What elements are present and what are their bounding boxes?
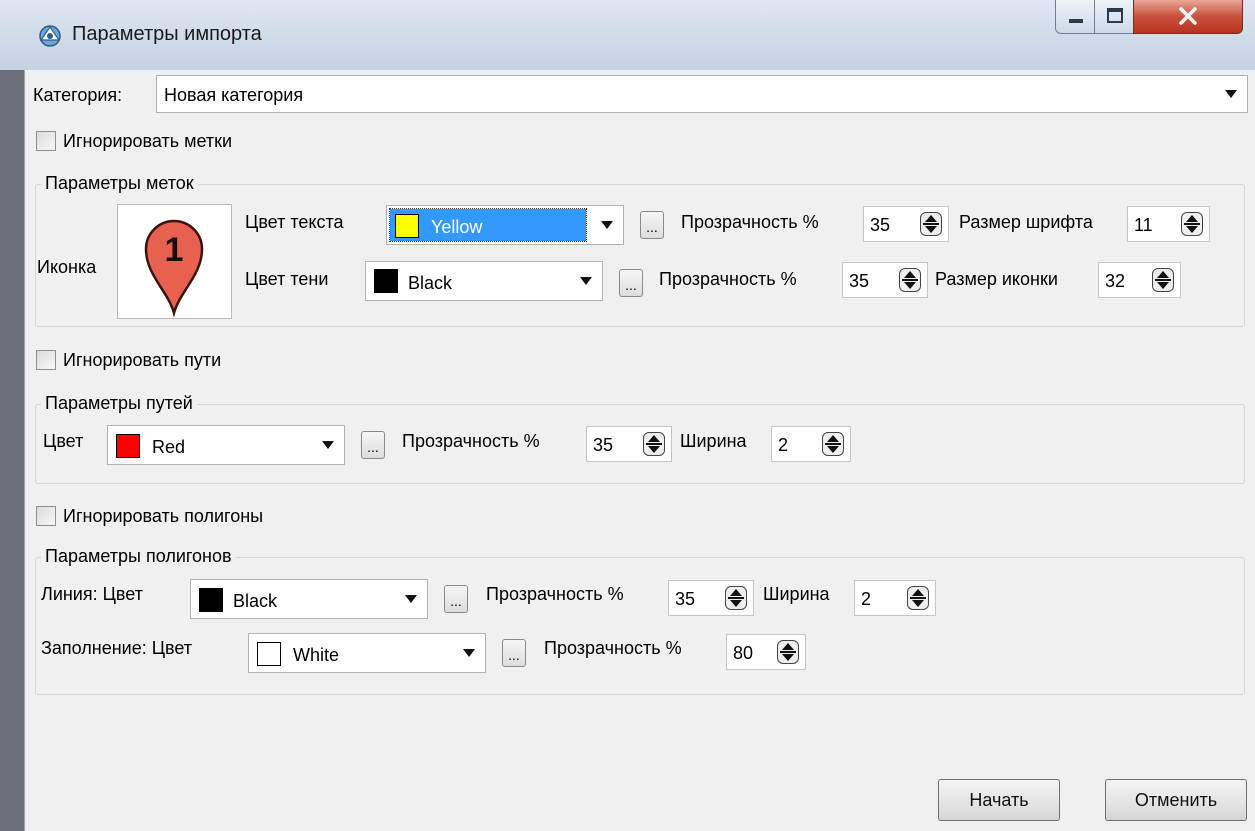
chevron-down-icon — [580, 277, 592, 285]
shadow-color-value: Black — [408, 273, 453, 293]
text-opacity-spinner[interactable]: 35 — [863, 206, 949, 242]
chevron-down-icon — [463, 649, 475, 657]
start-button[interactable]: Начать — [938, 779, 1060, 821]
line-opacity-value: 35 — [675, 589, 696, 609]
shadow-opacity-spinner[interactable]: 35 — [842, 262, 928, 298]
window-title: Параметры импорта — [72, 23, 262, 45]
chevron-down-icon — [1225, 90, 1237, 98]
text-opacity-label: Прозрачность % — [681, 212, 819, 232]
maximize-button[interactable] — [1094, 0, 1134, 34]
minimize-icon — [1069, 19, 1083, 23]
spinner-arrows-icon[interactable] — [643, 432, 665, 456]
pin-number: 1 — [165, 231, 184, 269]
path-width-label: Ширина — [680, 431, 747, 451]
path-width-spinner[interactable]: 2 — [771, 426, 851, 462]
spinner-arrows-icon[interactable] — [907, 586, 929, 610]
spinner-arrows-icon[interactable] — [822, 432, 844, 456]
line-color-label: Линия: Цвет — [41, 584, 143, 604]
line-color-more-button[interactable]: ... — [444, 585, 468, 613]
category-dropdown[interactable]: Новая категория — [156, 75, 1248, 113]
selection-highlight — [389, 208, 587, 242]
icon-size-label: Размер иконки — [935, 269, 1058, 289]
line-color-dropdown[interactable]: Black — [190, 579, 428, 619]
ignore-placemarks-label[interactable]: Игнорировать метки — [63, 131, 232, 152]
placemark-params-title: Параметры меток — [41, 173, 198, 194]
polygon-params-title: Параметры полигонов — [41, 546, 236, 567]
close-icon — [1179, 7, 1197, 25]
line-width-label: Ширина — [763, 584, 830, 604]
icon-size-spinner[interactable]: 32 — [1098, 262, 1181, 298]
path-opacity-value: 35 — [593, 435, 614, 455]
spinner-arrows-icon[interactable] — [1152, 268, 1174, 292]
fill-color-swatch — [257, 642, 281, 666]
ignore-paths-checkbox[interactable] — [36, 350, 56, 370]
spinner-arrows-icon[interactable] — [777, 640, 799, 664]
polygon-params-group — [35, 557, 1245, 695]
text-color-value: Yellow — [431, 217, 483, 237]
fill-color-label: Заполнение: Цвет — [41, 638, 193, 658]
shadow-opacity-value: 35 — [849, 271, 870, 291]
path-color-dropdown[interactable]: Red — [107, 425, 345, 465]
close-button[interactable] — [1133, 0, 1243, 34]
fill-opacity-value: 80 — [733, 643, 754, 663]
shadow-color-swatch — [374, 269, 398, 293]
ignore-polygons-label[interactable]: Игнорировать полигоны — [63, 506, 263, 527]
title-bar[interactable]: Параметры импорта — [0, 0, 1255, 70]
chevron-down-icon — [405, 595, 417, 603]
path-width-value: 2 — [778, 435, 789, 455]
spinner-arrows-icon[interactable] — [920, 212, 942, 236]
globe-tool-icon — [39, 25, 61, 47]
icon-label: Иконка — [37, 257, 97, 277]
font-size-label: Размер шрифта — [959, 212, 1093, 232]
import-options-window: Параметры импорта Категория: Новая катег… — [0, 0, 1255, 831]
line-color-swatch — [199, 588, 223, 612]
chevron-down-icon — [601, 221, 613, 229]
fill-opacity-spinner[interactable]: 80 — [726, 634, 806, 670]
path-color-label: Цвет — [43, 431, 84, 451]
line-opacity-label: Прозрачность % — [486, 584, 624, 604]
shadow-color-more-button[interactable]: ... — [619, 269, 643, 297]
path-color-value: Red — [152, 437, 186, 457]
shadow-color-dropdown[interactable]: Black — [365, 261, 603, 301]
text-color-more-button[interactable]: ... — [640, 211, 664, 239]
category-value: Новая категория — [164, 85, 304, 105]
text-color-swatch — [395, 214, 419, 238]
spinner-arrows-icon[interactable] — [725, 586, 747, 610]
line-opacity-spinner[interactable]: 35 — [668, 580, 754, 616]
path-params-title: Параметры путей — [41, 393, 197, 414]
ignore-polygons-checkbox[interactable] — [36, 506, 56, 526]
path-opacity-spinner[interactable]: 35 — [586, 426, 672, 462]
line-width-value: 2 — [861, 589, 872, 609]
path-color-more-button[interactable]: ... — [361, 431, 385, 459]
dialog-body: Категория: Новая категория Игнорировать … — [24, 70, 1255, 831]
icon-size-value: 32 — [1105, 271, 1126, 291]
shadow-color-label: Цвет тени — [245, 269, 329, 289]
fill-color-value: White — [293, 645, 340, 665]
fill-color-dropdown[interactable]: White — [248, 633, 486, 673]
spinner-arrows-icon[interactable] — [899, 268, 921, 292]
category-label: Категория: — [33, 85, 123, 105]
cancel-button[interactable]: Отменить — [1105, 779, 1247, 821]
minimize-button[interactable] — [1055, 0, 1095, 34]
font-size-value: 11 — [1134, 215, 1153, 235]
fill-color-more-button[interactable]: ... — [502, 639, 526, 667]
text-color-dropdown[interactable]: Yellow — [386, 205, 624, 245]
map-pin-icon: 1 — [144, 219, 204, 318]
path-color-swatch — [116, 434, 140, 458]
ignore-placemarks-checkbox[interactable] — [36, 131, 56, 151]
line-color-value: Black — [233, 591, 278, 611]
shadow-opacity-label: Прозрачность % — [659, 269, 797, 289]
path-opacity-label: Прозрачность % — [402, 431, 540, 451]
text-color-label: Цвет текста — [245, 212, 344, 232]
maximize-icon — [1107, 8, 1123, 23]
font-size-spinner[interactable]: 11 — [1127, 206, 1210, 242]
line-width-spinner[interactable]: 2 — [854, 580, 936, 616]
placemark-icon-preview[interactable]: 1 — [117, 204, 232, 319]
spinner-arrows-icon[interactable] — [1181, 212, 1203, 236]
ignore-paths-label[interactable]: Игнорировать пути — [63, 350, 221, 371]
text-opacity-value: 35 — [870, 215, 891, 235]
fill-opacity-label: Прозрачность % — [544, 638, 682, 658]
chevron-down-icon — [322, 441, 334, 449]
